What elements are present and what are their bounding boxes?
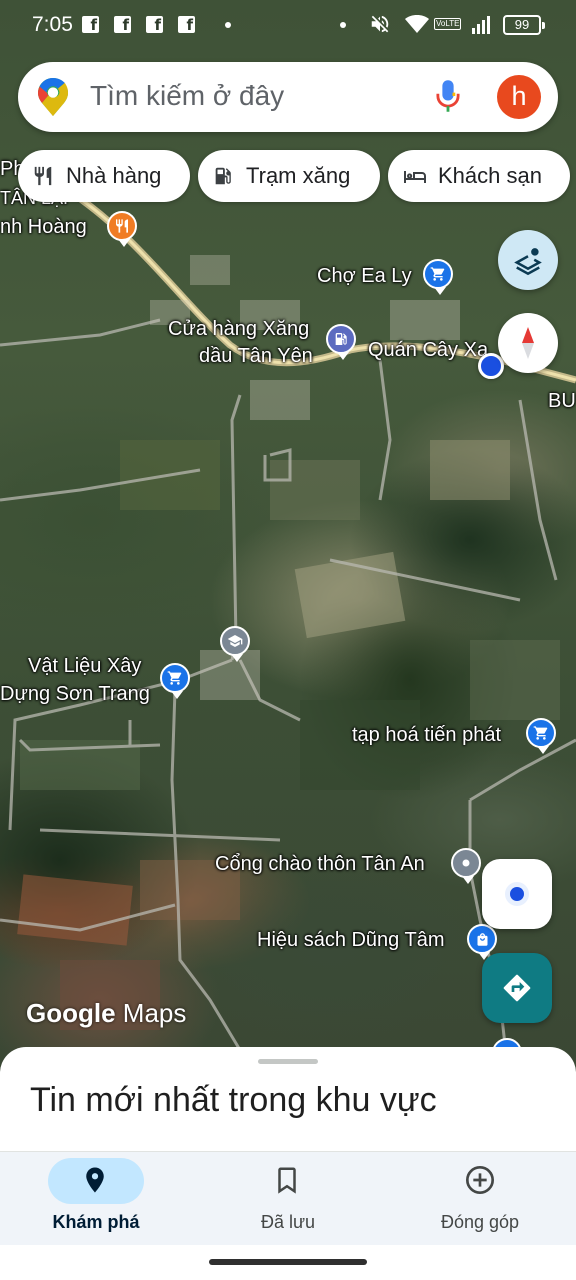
gas-pin-icon[interactable] [326, 324, 356, 360]
facebook-icon: f [82, 16, 99, 34]
directions-button[interactable] [482, 953, 552, 1023]
google-maps-watermark: Google Maps [26, 998, 186, 1029]
bottom-navigation: Khám phá Đã lưu Đóng góp [0, 1151, 576, 1245]
facebook-icon: f [114, 16, 131, 34]
chip-hotels[interactable]: Khách sạn [388, 150, 570, 202]
map-label-restaurant[interactable]: nh Hoàng [0, 216, 87, 239]
layers-button[interactable] [498, 230, 558, 290]
tab-contribute[interactable]: Đóng góp [384, 1152, 576, 1246]
school-pin-icon[interactable] [220, 626, 250, 662]
wifi-icon [405, 15, 429, 33]
compass-icon [522, 327, 534, 359]
chip-label: Trạm xăng [246, 163, 351, 188]
watermark-maps: Maps [122, 998, 187, 1028]
search-bar[interactable]: Tìm kiếm ở đây h [18, 62, 558, 132]
facebook-icon: f [146, 16, 163, 34]
hotel-icon [404, 171, 426, 183]
map-label-edge: BU [548, 390, 576, 412]
graduation-cap-icon [227, 635, 243, 647]
chip-gas-stations[interactable]: Trạm xăng [198, 150, 380, 202]
tab-explore[interactable]: Khám phá [0, 1152, 192, 1246]
bookmark-icon [278, 1167, 296, 1194]
notification-dot-icon [340, 22, 346, 28]
cart-icon [533, 726, 548, 740]
my-location-button[interactable] [482, 859, 552, 929]
avatar[interactable]: h [497, 75, 541, 119]
shopping-pin-icon[interactable] [526, 718, 556, 754]
map-label-gate[interactable]: Cổng chào thôn Tân An [215, 853, 425, 876]
cart-icon [430, 267, 445, 281]
status-time: 7:05 [32, 13, 73, 36]
bottom-sheet[interactable]: Tin mới nhất trong khu vực [0, 1047, 576, 1157]
gas-station-icon [215, 167, 231, 185]
shopping-bag-icon [477, 932, 487, 946]
map-label-gas-station[interactable]: dầu Tân Yên [199, 345, 313, 368]
tab-saved[interactable]: Đã lưu [192, 1152, 384, 1246]
map-label-gas-station[interactable]: Cửa hàng Xăng [168, 318, 309, 341]
shopping-pin-icon[interactable] [160, 663, 190, 699]
cart-icon [167, 671, 182, 685]
fuel-icon [335, 333, 347, 345]
compass-button[interactable] [498, 313, 558, 373]
map-label-materials[interactable]: Vật Liệu Xây [28, 655, 141, 678]
layers-icon [514, 248, 542, 276]
google-maps-logo-icon [38, 78, 68, 116]
explore-pin-icon [86, 1167, 104, 1193]
shopping-pin-icon[interactable] [423, 259, 453, 295]
tab-label: Đã lưu [260, 1212, 316, 1232]
tab-label: Đóng góp [440, 1212, 520, 1232]
tab-label: Khám phá [52, 1212, 140, 1232]
home-indicator[interactable] [209, 1259, 367, 1265]
search-input[interactable]: Tìm kiếm ở đây [90, 80, 284, 112]
facebook-icon: f [178, 16, 195, 34]
watermark-google: Google [26, 998, 116, 1028]
directions-icon [503, 974, 531, 1002]
sheet-drag-handle[interactable] [258, 1059, 318, 1064]
battery-icon: 99 [503, 15, 545, 35]
notification-dot-icon [225, 22, 231, 28]
mute-icon [371, 15, 389, 33]
map-label-materials[interactable]: Dựng Sơn Trang [0, 683, 150, 706]
my-location-icon [505, 882, 529, 906]
map-label-bookstore[interactable]: Hiệu sách Dũng Tâm [257, 929, 445, 952]
chip-label: Nhà hàng [66, 163, 162, 188]
map-label-grocery[interactable]: tạp hoá tiến phát [352, 724, 501, 747]
chip-label: Khách sạn [438, 163, 542, 188]
map-label-market[interactable]: Chợ Ea Ly [317, 265, 412, 288]
chip-restaurants[interactable]: Nhà hàng [18, 150, 190, 202]
mic-icon[interactable] [434, 78, 462, 114]
sheet-title: Tin mới nhất trong khu vực [30, 1081, 437, 1119]
my-location-dot [478, 353, 504, 379]
add-circle-icon [466, 1166, 494, 1194]
fork-knife-icon [116, 219, 128, 233]
landmark-icon [462, 859, 470, 867]
gesture-area [0, 1245, 576, 1280]
landmark-pin-icon[interactable] [451, 848, 481, 884]
restaurant-icon [34, 166, 52, 186]
signal-icon [472, 16, 490, 34]
status-bar: 7:05 f f f f VoLTE 99 [0, 0, 576, 50]
shopping-bag-pin-icon[interactable] [467, 924, 497, 960]
restaurant-pin-icon[interactable] [107, 211, 137, 247]
map-label-cafe[interactable]: Quán Cây Xa [368, 339, 488, 362]
volte-badge: VoLTE [434, 18, 462, 30]
